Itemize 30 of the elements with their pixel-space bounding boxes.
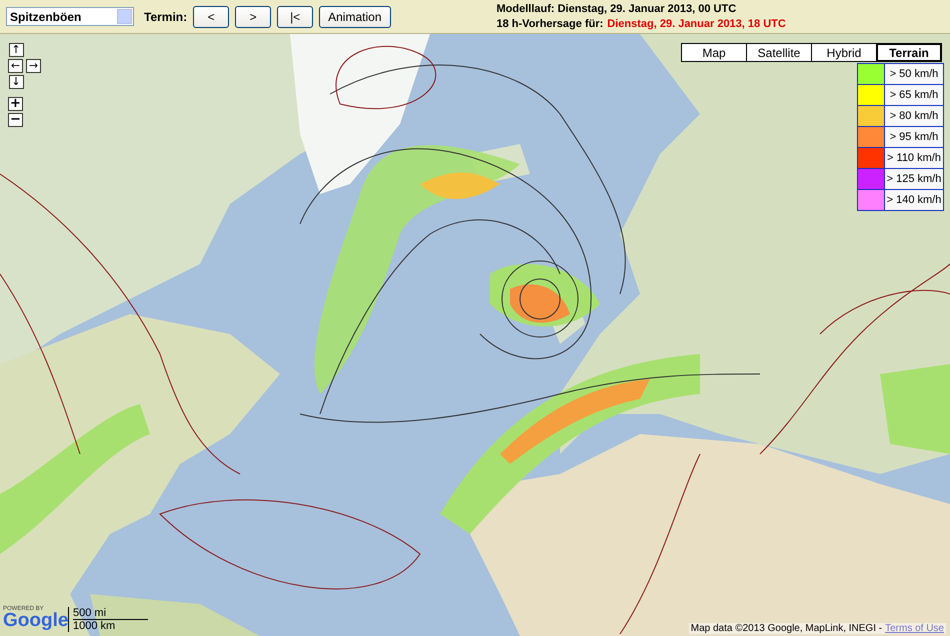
step-button[interactable]: |< <box>277 6 314 28</box>
legend-label: > 50 km/h <box>885 64 943 84</box>
model-run-text: Modelllauf: Dienstag, 29. Januar 2013, 00 UTC <box>496 2 738 16</box>
parameter-select[interactable]: Spitzenböen <box>6 7 134 26</box>
step-button[interactable]: < <box>193 6 230 28</box>
scale-label: 1000 km <box>73 620 116 632</box>
zoom-button[interactable]: − <box>8 113 23 127</box>
termin-label: Termin: <box>144 10 188 24</box>
pan-button[interactable]: ↑ <box>8 43 24 57</box>
pan-button[interactable]: → <box>26 59 41 73</box>
legend-label: > 140 km/h <box>885 190 943 210</box>
pan-button[interactable]: ← <box>8 59 23 73</box>
zoom-button[interactable]: + <box>8 97 23 111</box>
legend-label: > 95 km/h <box>885 127 943 147</box>
legend-label: > 110 km/h <box>885 148 943 168</box>
logo-text: Google <box>3 612 68 630</box>
map-type-tab[interactable]: Satellite <box>746 43 812 62</box>
forecast-time: Dienstag, 29. Januar 2013, 18 UTC <box>607 16 786 32</box>
legend-label: > 125 km/h <box>885 169 943 189</box>
map-type-tab[interactable]: Terrain <box>876 43 942 62</box>
pan-button[interactable]: ↓ <box>8 75 24 89</box>
scale-label: 500 mi <box>73 607 148 620</box>
attribution-text: Map data ©2013 Google, MapLink, INEGI - <box>690 623 882 634</box>
legend-label: > 80 km/h <box>885 106 943 126</box>
step-button[interactable]: > <box>235 6 272 28</box>
legend-label: > 65 km/h <box>885 85 943 105</box>
forecast-label: 18 h-Vorhersage für: <box>496 16 604 32</box>
map-type-tab[interactable]: Map <box>681 43 747 62</box>
map-type-tab[interactable]: Hybrid <box>811 43 877 62</box>
step-button[interactable]: Animation <box>319 6 390 28</box>
